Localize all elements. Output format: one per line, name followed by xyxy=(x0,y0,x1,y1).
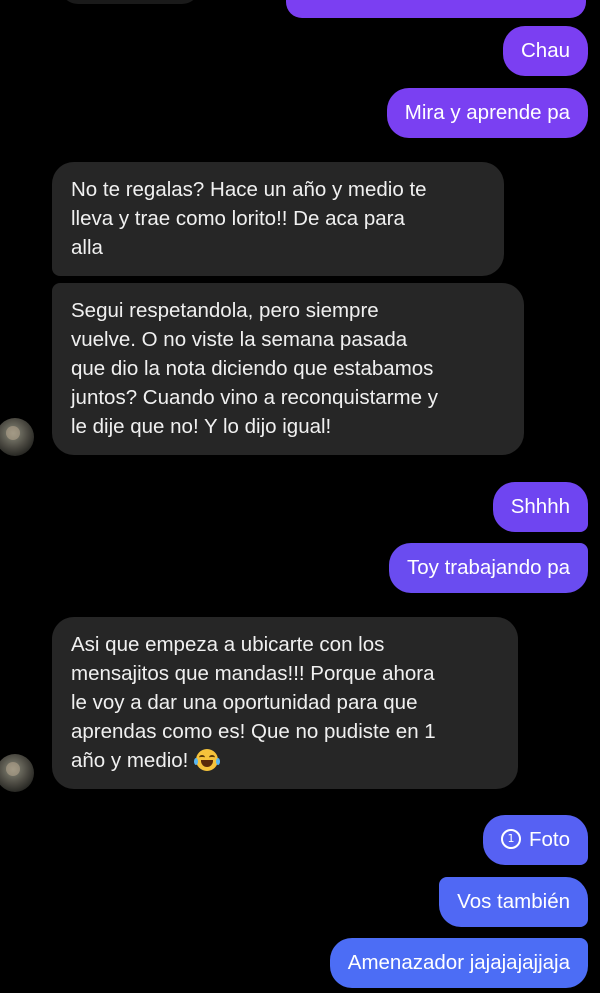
message-line: vuelve. O no viste la semana pasada xyxy=(71,328,408,351)
previous-outgoing-bubble-edge xyxy=(286,0,586,18)
message-text: Chau xyxy=(520,39,570,62)
incoming-message[interactable]: Asi que empeza a ubicarte con los mensaj… xyxy=(52,617,518,789)
message-line: alla xyxy=(71,236,103,259)
message-line: le dije que no! Y lo dijo igual! xyxy=(71,415,332,438)
incoming-message[interactable]: No te regalas? Hace un año y medio te ll… xyxy=(52,162,504,276)
incoming-message[interactable]: Segui respetandola, pero siempre vuelve.… xyxy=(52,283,524,455)
message-text: Toy trabajando pa xyxy=(407,556,570,579)
outgoing-message[interactable]: Chau xyxy=(502,26,588,76)
message-text: Amenazador jajajajajjaja xyxy=(347,951,570,974)
message-line: le voy a dar una oportunidad para que xyxy=(71,691,418,714)
message-text: Shhhh xyxy=(510,495,570,518)
message-line: juntos? Cuando vino a reconquistarme y xyxy=(71,386,438,409)
contact-avatar[interactable] xyxy=(0,418,34,456)
view-once-photo-icon: 1 xyxy=(500,828,521,849)
outgoing-message[interactable]: Vos también xyxy=(439,877,588,927)
outgoing-message[interactable]: Shhhh xyxy=(492,482,588,532)
tears-of-joy-emoji-icon xyxy=(194,748,221,771)
outgoing-photo-message[interactable]: 1 Foto xyxy=(482,815,588,865)
outgoing-message[interactable]: Toy trabajando pa xyxy=(389,543,588,593)
message-line: lleva y trae como lorito!! De aca para xyxy=(71,207,405,230)
message-line: No te regalas? Hace un año y medio te xyxy=(71,178,427,201)
message-text: Vos también xyxy=(457,890,570,913)
outgoing-message[interactable]: Amenazador jajajajajjaja xyxy=(329,938,588,988)
message-line: que dio la nota diciendo que estabamos xyxy=(71,357,434,380)
outgoing-message[interactable]: Mira y aprende pa xyxy=(386,88,588,138)
contact-avatar[interactable] xyxy=(0,754,34,792)
previous-incoming-bubble-edge xyxy=(60,0,200,4)
message-line: año y medio! xyxy=(71,746,499,775)
message-line: aprendas como es! Que no pudiste en 1 xyxy=(71,720,436,743)
message-text: Mira y aprende pa xyxy=(404,101,570,124)
message-line: Segui respetandola, pero siempre xyxy=(71,299,379,322)
message-line: Asi que empeza a ubicarte con los xyxy=(71,633,385,656)
message-text: año y medio! xyxy=(71,749,189,772)
message-text: Foto xyxy=(528,828,570,851)
message-line: mensajitos que mandas!!! Porque ahora xyxy=(71,662,435,685)
